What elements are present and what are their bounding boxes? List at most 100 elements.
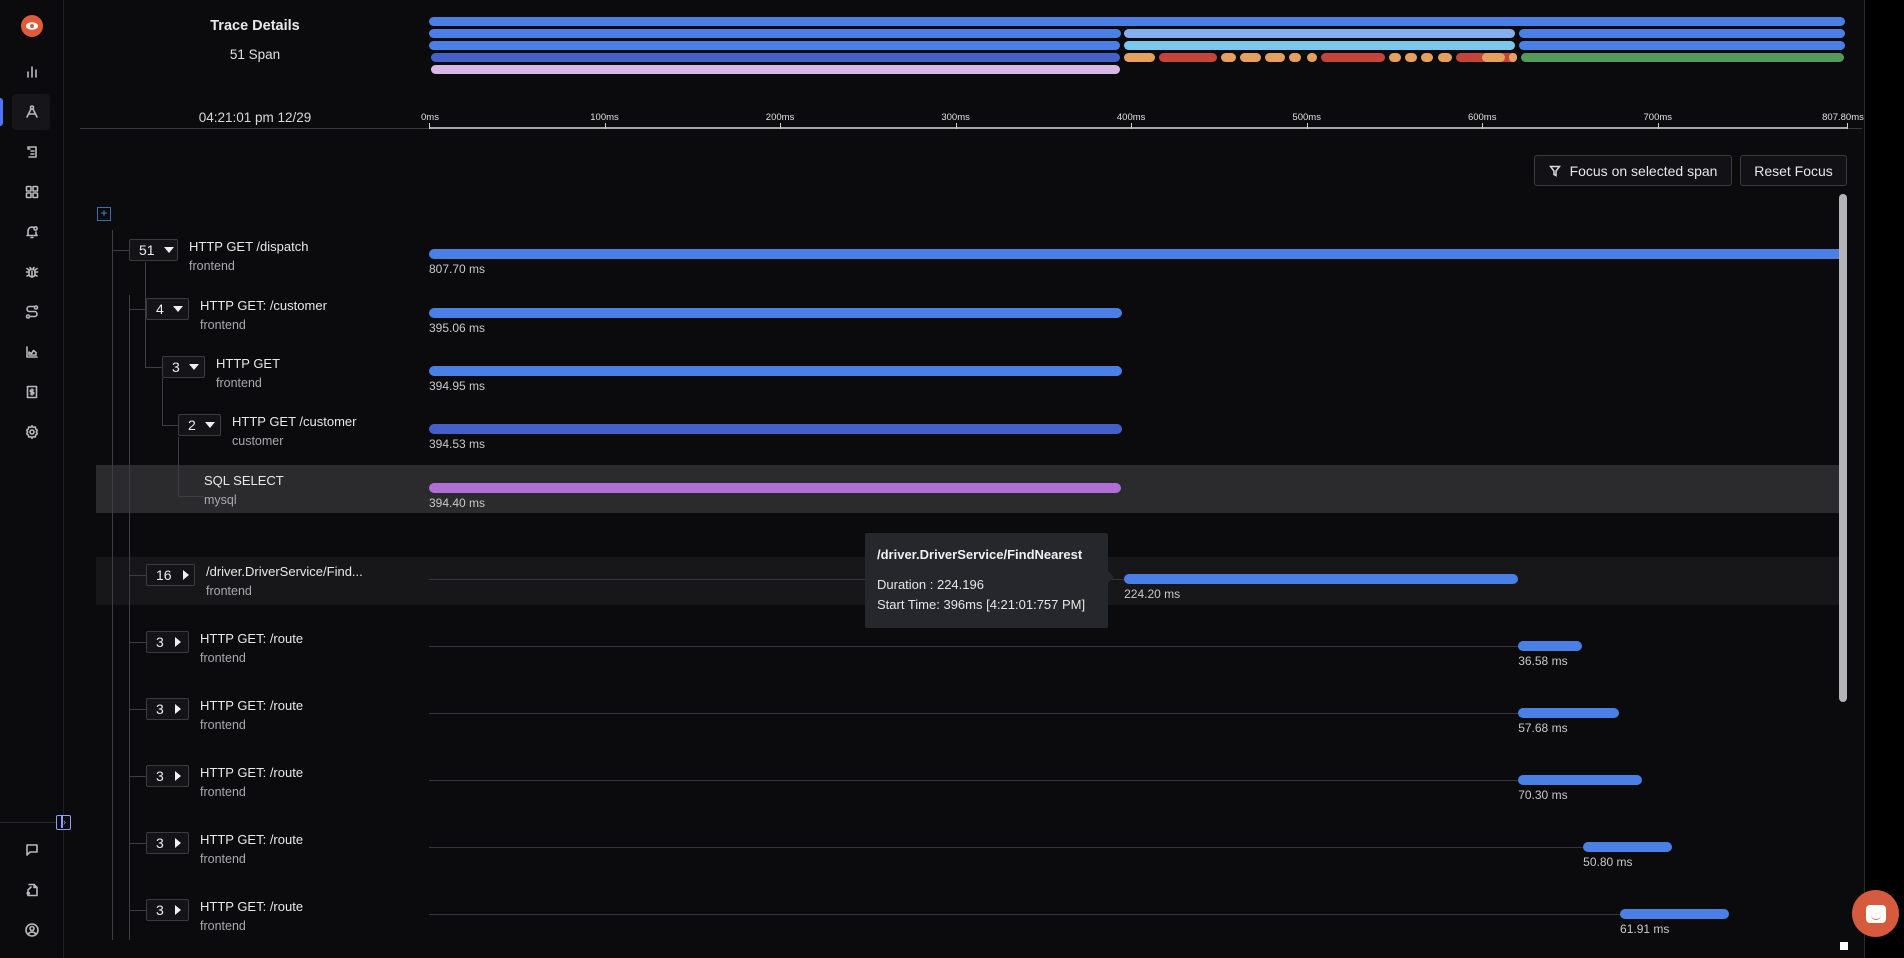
span-name: HTTP GET /dispatch [189, 239, 309, 254]
dashboards-grid-icon[interactable] [20, 180, 44, 204]
span-children-toggle[interactable]: 16 [146, 564, 195, 586]
filter-icon [1548, 165, 1561, 177]
service-map-icon[interactable] [20, 300, 44, 324]
minimap-span-bar[interactable] [1124, 29, 1516, 38]
caret-right-icon [174, 838, 181, 848]
settings-icon[interactable] [20, 420, 44, 444]
trace-details-page: › Trace Details 51 Span 04:21:01 pm 12/2… [0, 0, 1865, 958]
minimap-span-bar[interactable] [429, 29, 1121, 38]
span-children-toggle[interactable]: 4 [146, 298, 189, 320]
axis-tick-label: 200ms [765, 112, 795, 123]
feedback-chat-icon[interactable] [20, 838, 44, 862]
span-children-toggle[interactable]: 51 [129, 239, 178, 261]
minimap-span-bar[interactable] [1239, 53, 1261, 62]
span-service: frontend [200, 651, 246, 665]
app-logo[interactable] [21, 15, 43, 37]
resize-handle[interactable] [1840, 942, 1848, 950]
minimap-span-bar[interactable] [1220, 53, 1237, 62]
span-count: 51 Span [229, 47, 281, 62]
minimap-span-bar[interactable] [1420, 53, 1433, 62]
span-service: customer [232, 434, 284, 448]
caret-right-icon [174, 704, 181, 714]
span-duration-bar[interactable] [1620, 909, 1729, 919]
minimap-span-bar[interactable] [1124, 53, 1156, 62]
span-duration-label: 395.06 ms [429, 321, 486, 335]
span-service: frontend [216, 376, 262, 390]
child-count: 51 [139, 242, 155, 258]
exceptions-bug-icon[interactable] [20, 260, 44, 284]
span-duration-bar[interactable] [429, 483, 1122, 493]
minimap-span-bar[interactable] [1519, 41, 1845, 50]
minimap-span-bar[interactable] [1306, 53, 1317, 62]
span-duration-label: 57.68 ms [1518, 721, 1568, 735]
focus-selected-span-button[interactable]: Focus on selected span [1534, 155, 1732, 186]
span-service: frontend [206, 584, 252, 598]
span-children-toggle[interactable]: 3 [146, 631, 189, 653]
minimap-span-bar[interactable] [1124, 41, 1516, 50]
caret-right-icon [182, 570, 189, 580]
span-duration-label: 224.20 ms [1124, 587, 1181, 601]
vertical-scrollbar[interactable] [1839, 194, 1847, 702]
traces-icon[interactable] [20, 100, 44, 124]
span-name: HTTP GET: /route [200, 832, 304, 847]
trace-start-time: 04:21:01 pm 12/29 [198, 110, 312, 125]
child-count: 3 [156, 634, 164, 650]
span-duration-bar[interactable] [429, 249, 1847, 259]
page-title: Trace Details [210, 18, 300, 34]
span-children-toggle[interactable]: 3 [146, 698, 189, 720]
billing-icon[interactable] [20, 380, 44, 404]
support-chat-button[interactable] [1852, 890, 1899, 937]
span-children-toggle[interactable]: 3 [146, 765, 189, 787]
minimap-span-bar[interactable] [1520, 53, 1845, 62]
span-duration-bar[interactable] [429, 366, 1123, 376]
focus-selected-span-label: Focus on selected span [1569, 162, 1718, 179]
axis-tick-label: 0ms [421, 112, 439, 123]
tree-guide-line [112, 250, 129, 251]
caret-down-icon [163, 247, 174, 253]
docs-file-icon[interactable] [20, 878, 44, 902]
span-duration-bar[interactable] [1518, 641, 1583, 651]
tree-guide-line [129, 642, 146, 643]
span-duration-bar[interactable] [1124, 574, 1518, 584]
span-duration-bar[interactable] [429, 308, 1123, 318]
minimap-span-bar[interactable] [1519, 29, 1845, 38]
span-service: frontend [200, 318, 246, 332]
minimap-span-bar[interactable] [1404, 53, 1418, 62]
minimap-span-bar[interactable] [1482, 53, 1505, 62]
span-duration-bar[interactable] [1583, 842, 1673, 852]
minimap-span-bar[interactable] [1264, 53, 1286, 62]
dashboard-icon[interactable] [20, 60, 44, 84]
caret-down-icon [188, 364, 199, 370]
span-duration-bar[interactable] [1518, 708, 1620, 718]
axis-tick-label: 700ms [1643, 112, 1673, 123]
span-duration-bar[interactable] [429, 424, 1122, 434]
expand-all-icon[interactable]: + [97, 207, 111, 221]
span-duration-bar[interactable] [1518, 775, 1642, 785]
span-duration-label: 807.70 ms [429, 262, 486, 276]
minimap-span-bar[interactable] [1389, 53, 1402, 62]
user-profile-icon[interactable] [20, 918, 44, 942]
minimap-span-bar[interactable] [429, 17, 1845, 26]
minimap-span-bar[interactable] [430, 53, 1121, 62]
span-children-toggle[interactable]: 3 [146, 832, 189, 854]
sidebar-collapse-toggle-icon[interactable]: › [56, 815, 71, 830]
span-children-toggle[interactable]: 3 [146, 899, 189, 921]
span-name: HTTP GET [216, 356, 281, 371]
minimap-span-bar[interactable] [1159, 53, 1217, 62]
reset-focus-button[interactable]: Reset Focus [1740, 155, 1847, 186]
minimap-span-bar[interactable] [1289, 53, 1302, 62]
span-tooltip: /driver.DriverService/FindNearest Durati… [865, 533, 1114, 628]
alerts-icon[interactable] [20, 220, 44, 244]
span-children-toggle[interactable]: 2 [178, 414, 221, 436]
span-offset-line [429, 914, 1621, 915]
span-children-toggle[interactable]: 3 [162, 356, 205, 378]
logs-icon[interactable] [20, 140, 44, 164]
axis-tick-label: 100ms [590, 112, 619, 123]
minimap-span-bar[interactable] [1438, 53, 1453, 62]
minimap-span-bar[interactable] [430, 65, 1121, 74]
minimap-span-bar[interactable] [1320, 53, 1386, 62]
minimap-span-bar[interactable] [429, 41, 1121, 50]
minimap-span-bar[interactable] [1508, 53, 1518, 62]
span-name: HTTP GET: /customer [200, 298, 327, 313]
usage-chart-icon[interactable] [20, 340, 44, 364]
